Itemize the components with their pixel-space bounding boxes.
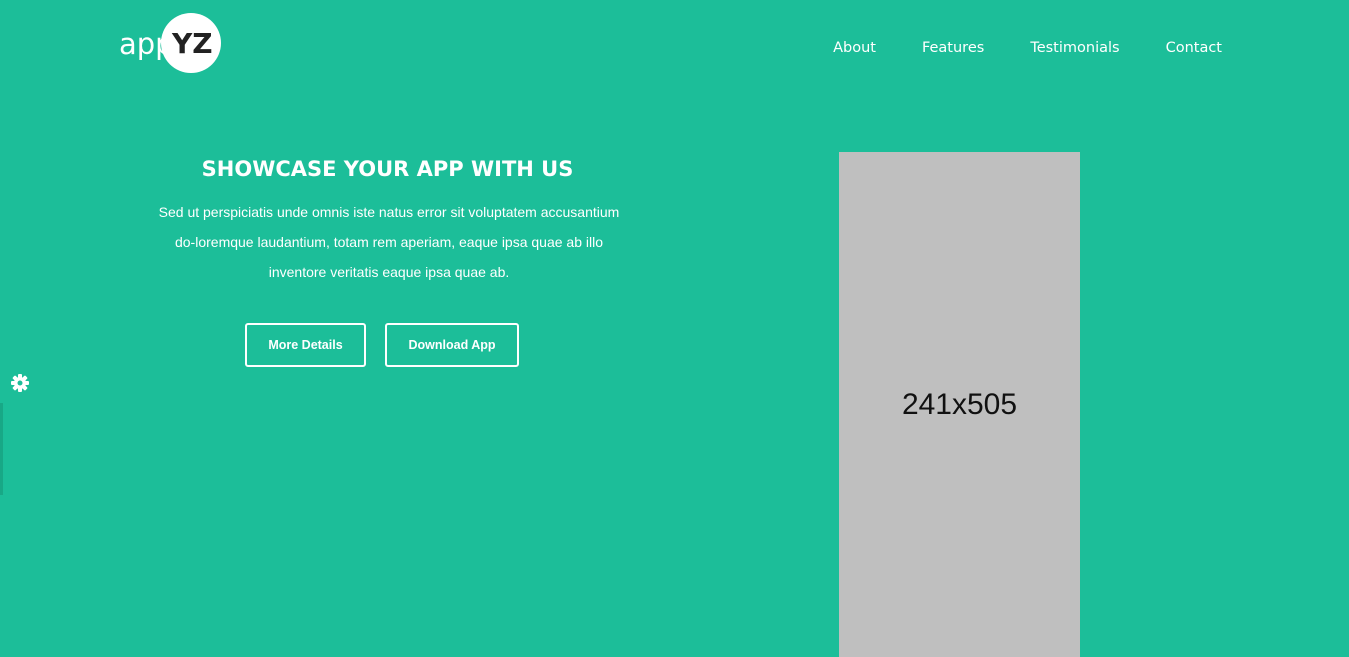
hero-description-line: inventore veritatis eaque ipsa quae ab. bbox=[268, 264, 510, 280]
landing-page: app YZ About Features Testimonials Conta… bbox=[0, 0, 1349, 657]
hero-description-line: Sed ut perspiciatis unde omnis iste natu… bbox=[158, 204, 620, 220]
settings-panel-edge[interactable] bbox=[0, 403, 3, 495]
hero-description-line: do-loremque laudantium, totam rem aperia… bbox=[174, 234, 604, 250]
logo-text-app: app bbox=[119, 27, 174, 61]
nav-link-features[interactable]: Features bbox=[876, 38, 984, 58]
hero-description: Sed ut perspiciatis unde omnis iste natu… bbox=[130, 197, 648, 287]
hero-title: SHOWCASE YOUR APP WITH US bbox=[201, 157, 574, 181]
logo[interactable]: app YZ bbox=[119, 13, 229, 73]
nav-link-contact[interactable]: Contact bbox=[1120, 38, 1222, 58]
more-details-button[interactable]: More Details bbox=[245, 323, 366, 367]
placeholder-label: 241x505 bbox=[901, 387, 1018, 421]
main-nav: About Features Testimonials Contact bbox=[787, 38, 1222, 58]
logo-text-yz: YZ bbox=[172, 27, 213, 60]
nav-link-testimonials[interactable]: Testimonials bbox=[984, 38, 1119, 58]
app-screenshot-placeholder: 241x505 bbox=[839, 152, 1080, 657]
nav-link-about[interactable]: About bbox=[787, 38, 876, 58]
download-app-button[interactable]: Download App bbox=[385, 323, 519, 367]
gear-icon[interactable] bbox=[10, 373, 30, 393]
